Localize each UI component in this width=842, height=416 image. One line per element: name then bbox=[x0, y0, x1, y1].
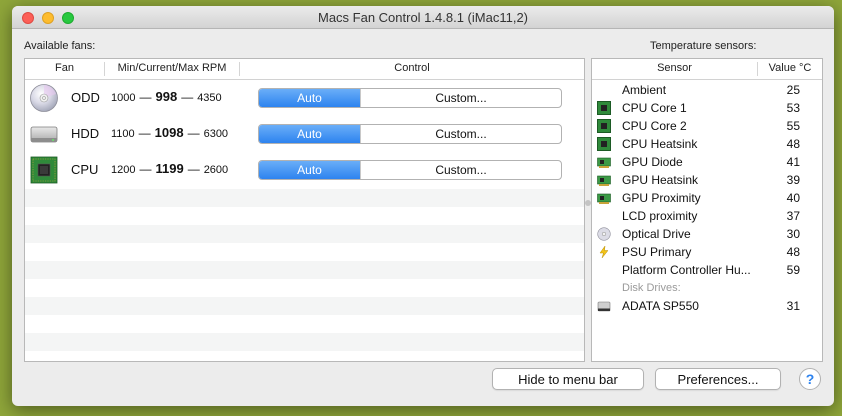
gpu-card-icon bbox=[597, 173, 611, 187]
sensor-row[interactable]: Optical Drive 30 bbox=[592, 225, 822, 243]
fan-max-rpm: 6300 bbox=[203, 128, 229, 140]
optical-disc-icon bbox=[597, 227, 611, 241]
available-fans-label: Available fans: bbox=[24, 40, 96, 52]
sensor-value: 37 bbox=[786, 209, 800, 223]
sensor-name: GPU Heatsink bbox=[622, 173, 699, 187]
sensor-name: Ambient bbox=[622, 83, 667, 97]
sensor-value: 41 bbox=[786, 155, 800, 169]
sensor-value: 40 bbox=[786, 191, 800, 205]
sensor-row[interactable]: LCD proximity 37 bbox=[592, 207, 822, 225]
sensor-row[interactable]: CPU Core 2 55 bbox=[592, 117, 822, 135]
fan-name: ODD bbox=[71, 90, 100, 105]
sensor-name: GPU Diode bbox=[622, 155, 683, 169]
value-column-header[interactable]: Value °C bbox=[758, 62, 822, 74]
cpu-chip-icon bbox=[597, 137, 611, 151]
fan-control-segmented: Auto Custom... bbox=[258, 124, 562, 144]
fan-max-rpm: 2600 bbox=[203, 164, 229, 176]
sensor-value: 59 bbox=[786, 263, 800, 277]
sensor-column-header[interactable]: Sensor bbox=[592, 62, 757, 74]
fan-current-rpm: 1199 bbox=[155, 161, 184, 176]
fans-table: Fan Min/Current/Max RPM Control ODD 1000… bbox=[24, 58, 585, 362]
hard-drive-icon bbox=[597, 299, 611, 313]
gpu-card-icon bbox=[597, 191, 611, 205]
fan-max-rpm: 4350 bbox=[197, 92, 222, 104]
fan-min-rpm: 1000 bbox=[111, 92, 136, 104]
cpu-chip-icon bbox=[597, 101, 611, 115]
fan-control-segmented: Auto Custom... bbox=[258, 160, 562, 180]
sensor-value: 48 bbox=[786, 137, 800, 151]
cpu-chip-icon bbox=[29, 155, 59, 185]
fan-row-odd[interactable]: ODD 1000—998—4350 Auto Custom... bbox=[25, 80, 584, 116]
sensor-name: ADATA SP550 bbox=[622, 299, 699, 313]
sensor-row[interactable]: Ambient 25 bbox=[592, 81, 822, 99]
sensor-value: 39 bbox=[786, 173, 800, 187]
sensor-row[interactable]: GPU Diode 41 bbox=[592, 153, 822, 171]
custom-button[interactable]: Custom... bbox=[360, 125, 561, 143]
sensor-value: 55 bbox=[786, 119, 800, 133]
temperature-sensors-label: Temperature sensors: bbox=[650, 40, 757, 52]
control-column-header[interactable]: Control bbox=[240, 62, 584, 74]
sensor-value: 48 bbox=[786, 245, 800, 259]
custom-button[interactable]: Custom... bbox=[360, 89, 561, 107]
gpu-card-icon bbox=[597, 155, 611, 169]
sensor-name: Optical Drive bbox=[622, 227, 691, 241]
sensor-name: LCD proximity bbox=[622, 209, 698, 223]
fan-min-rpm: 1200 bbox=[111, 164, 136, 176]
auto-button[interactable]: Auto bbox=[259, 125, 360, 143]
disk-drives-group-header: Disk Drives: bbox=[592, 279, 822, 297]
sensor-name: CPU Core 2 bbox=[622, 119, 687, 133]
sensor-name: GPU Proximity bbox=[622, 191, 701, 205]
title-bar[interactable]: Macs Fan Control 1.4.8.1 (iMac11,2) bbox=[12, 6, 834, 29]
custom-button[interactable]: Custom... bbox=[360, 161, 561, 179]
sensor-value: 25 bbox=[786, 83, 800, 97]
cpu-chip-icon bbox=[597, 119, 611, 133]
preferences-button[interactable]: Preferences... bbox=[655, 368, 781, 390]
sensor-value: 53 bbox=[786, 101, 800, 115]
auto-button[interactable]: Auto bbox=[259, 161, 360, 179]
lightning-icon bbox=[597, 245, 611, 259]
auto-button[interactable]: Auto bbox=[259, 89, 360, 107]
fan-name: HDD bbox=[71, 126, 100, 141]
fan-rpm: 1000—998—4350 bbox=[111, 89, 222, 104]
fan-min-rpm: 1100 bbox=[111, 128, 135, 140]
sensor-row[interactable]: CPU Heatsink 48 bbox=[592, 135, 822, 153]
fan-row-cpu[interactable]: CPU 1200—1199—2600 Auto Custom... bbox=[25, 152, 584, 188]
sensors-table: Sensor Value °C Ambient 25 CPU Core 1 53… bbox=[591, 58, 823, 362]
sensor-row[interactable]: GPU Heatsink 39 bbox=[592, 171, 822, 189]
fan-row-hdd[interactable]: HDD 1100—1098—6300 Auto Custom... bbox=[25, 116, 584, 152]
sensor-row[interactable]: CPU Core 1 53 bbox=[592, 99, 822, 117]
optical-disc-icon bbox=[29, 83, 59, 113]
fans-table-header: Fan Min/Current/Max RPM Control bbox=[25, 59, 584, 80]
sensor-value: 30 bbox=[786, 227, 800, 241]
sensor-row[interactable]: PSU Primary 48 bbox=[592, 243, 822, 261]
sensor-value: 31 bbox=[786, 299, 800, 313]
rpm-column-header[interactable]: Min/Current/Max RPM bbox=[105, 62, 239, 74]
fan-column-header[interactable]: Fan bbox=[25, 62, 104, 74]
sensor-row[interactable]: Platform Controller Hu... 59 bbox=[592, 261, 822, 279]
fan-name: CPU bbox=[71, 162, 99, 177]
fan-control-segmented: Auto Custom... bbox=[258, 88, 562, 108]
sensor-name: CPU Heatsink bbox=[622, 137, 698, 151]
help-button[interactable]: ? bbox=[799, 368, 821, 390]
hard-drive-icon bbox=[29, 119, 59, 149]
fan-rpm: 1100—1098—6300 bbox=[111, 125, 229, 140]
window-title: Macs Fan Control 1.4.8.1 (iMac11,2) bbox=[317, 10, 528, 25]
app-window: Macs Fan Control 1.4.8.1 (iMac11,2) Avai… bbox=[12, 6, 834, 406]
sensor-name: PSU Primary bbox=[622, 245, 692, 259]
sensor-row[interactable]: ADATA SP550 31 bbox=[592, 297, 822, 315]
fan-rpm: 1200—1199—2600 bbox=[111, 161, 229, 176]
sensor-name: CPU Core 1 bbox=[622, 101, 687, 115]
hide-to-menu-bar-button[interactable]: Hide to menu bar bbox=[492, 368, 644, 390]
fan-current-rpm: 1098 bbox=[154, 125, 184, 140]
sensors-table-header: Sensor Value °C bbox=[592, 59, 822, 80]
fan-current-rpm: 998 bbox=[155, 89, 178, 104]
sensor-row[interactable]: GPU Proximity 40 bbox=[592, 189, 822, 207]
group-label: Disk Drives: bbox=[622, 282, 681, 294]
sensor-name: Platform Controller Hu... bbox=[622, 263, 751, 277]
